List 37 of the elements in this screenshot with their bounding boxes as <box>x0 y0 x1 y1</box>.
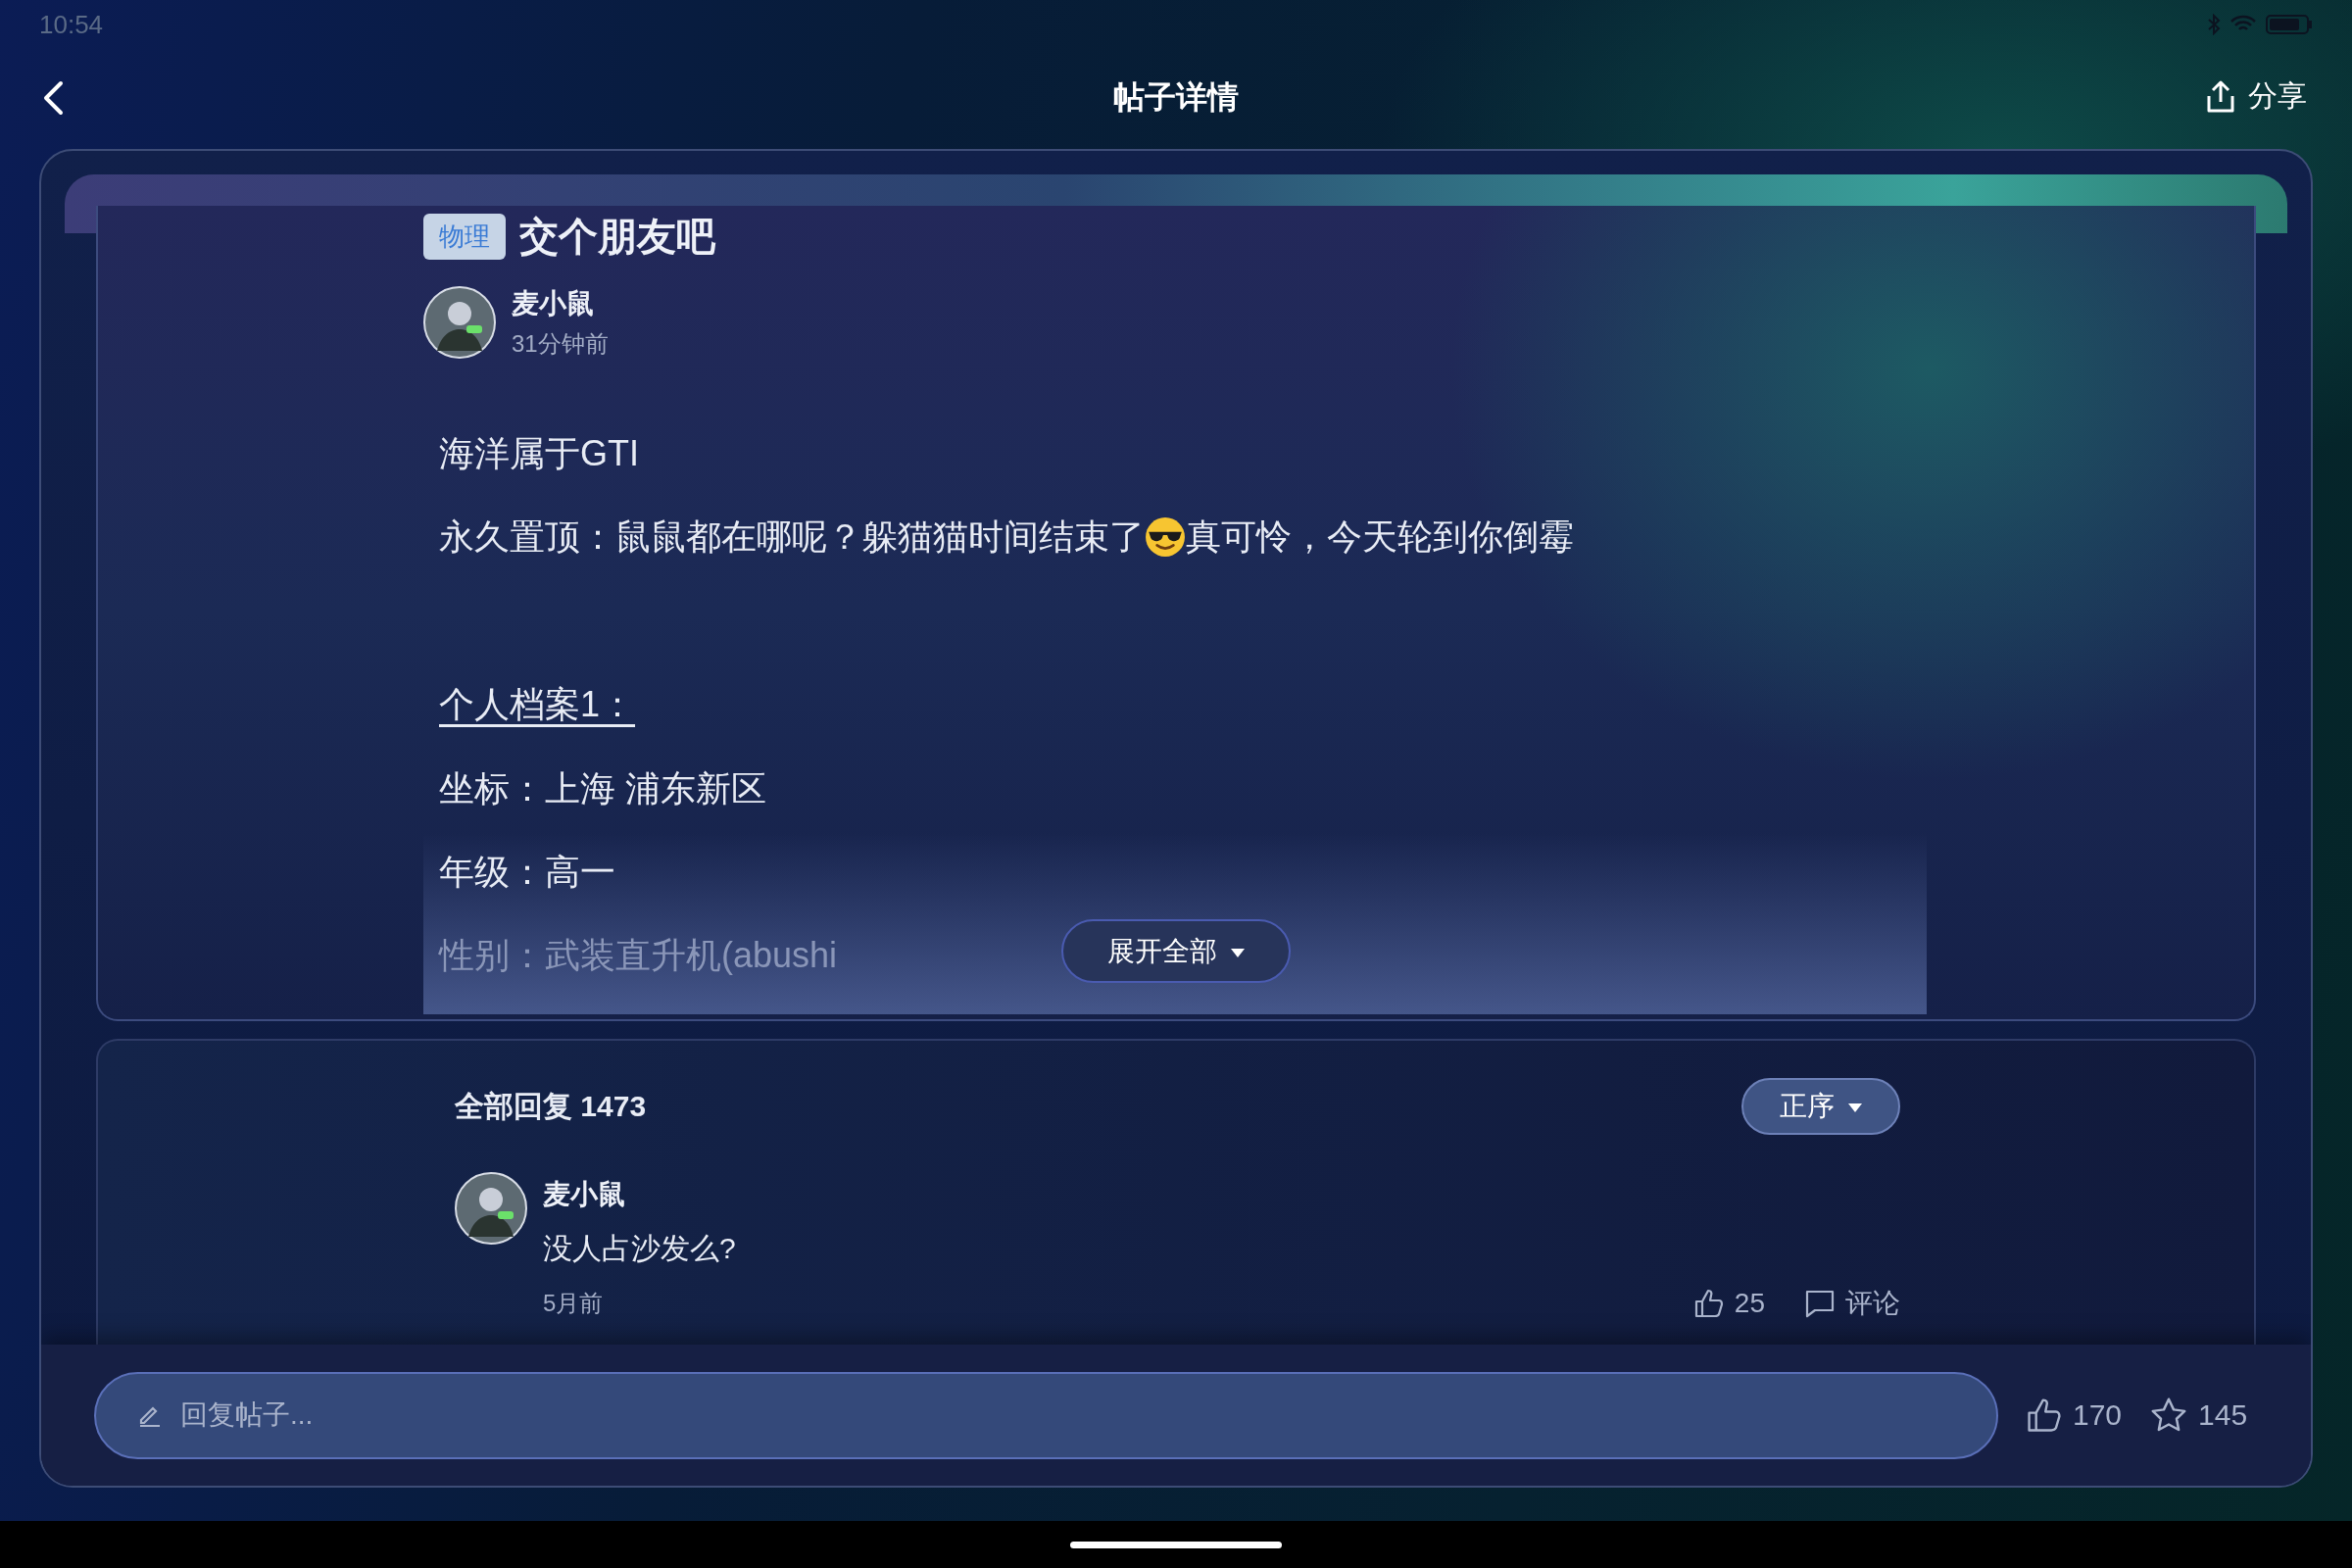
comment-time: 5月前 <box>543 1289 604 1318</box>
share-icon <box>2205 79 2236 114</box>
body-text: 坐标：上海 浦东新区 <box>439 766 766 809</box>
page-title: 帖子详情 <box>1113 78 1239 117</box>
share-button[interactable]: 分享 <box>2205 76 2307 117</box>
speech-bubble-icon <box>1804 1288 1836 1319</box>
avatar[interactable] <box>423 286 496 359</box>
status-time: 10:54 <box>39 9 104 40</box>
sunglasses-emoji-icon <box>1145 515 1186 558</box>
thumbs-up-icon <box>1692 1288 1725 1319</box>
author-name[interactable]: 麦小鼠 <box>512 285 609 322</box>
comment-button[interactable]: 评论 <box>1804 1285 1900 1322</box>
bluetooth-icon <box>2207 14 2221 35</box>
body-text: 海洋属于GTI <box>439 432 639 475</box>
sort-button[interactable]: 正序 <box>1741 1078 1900 1135</box>
reply-input-field[interactable]: 回复帖子... <box>94 1371 1998 1459</box>
caret-icon <box>1230 948 1245 957</box>
section-heading: 个人档案1： <box>439 683 636 726</box>
body-text: 年级：高一 <box>439 850 615 893</box>
caret-icon <box>1847 1103 1862 1113</box>
body-text: 真可怜，今天轮到你倒霉 <box>1186 515 1574 559</box>
favorite-button[interactable]: 145 <box>2149 1396 2248 1435</box>
expand-button[interactable]: 展开全部 <box>1061 919 1291 983</box>
post-title: 交个朋友吧 <box>519 214 715 260</box>
like-button[interactable]: 170 <box>2026 1396 2123 1434</box>
like-button[interactable]: 25 <box>1692 1285 1765 1322</box>
home-indicator[interactable] <box>1070 1541 1282 1548</box>
battery-icon <box>2266 14 2313 35</box>
commenter-name[interactable]: 麦小鼠 <box>543 1176 1900 1213</box>
body-text: 永久置顶：鼠鼠都在哪呢？躲猫猫时间结束了 <box>439 515 1145 559</box>
post-time: 31分钟前 <box>512 329 609 359</box>
thumbs-up-icon <box>2026 1396 2063 1434</box>
comment-text: 没人占沙发么? <box>543 1231 737 1266</box>
body-text: 性别：武装直升机(abushi <box>439 933 838 977</box>
back-icon[interactable] <box>42 80 64 116</box>
avatar[interactable] <box>455 1172 527 1245</box>
replies-heading: 全部回复 1473 <box>455 1088 647 1124</box>
